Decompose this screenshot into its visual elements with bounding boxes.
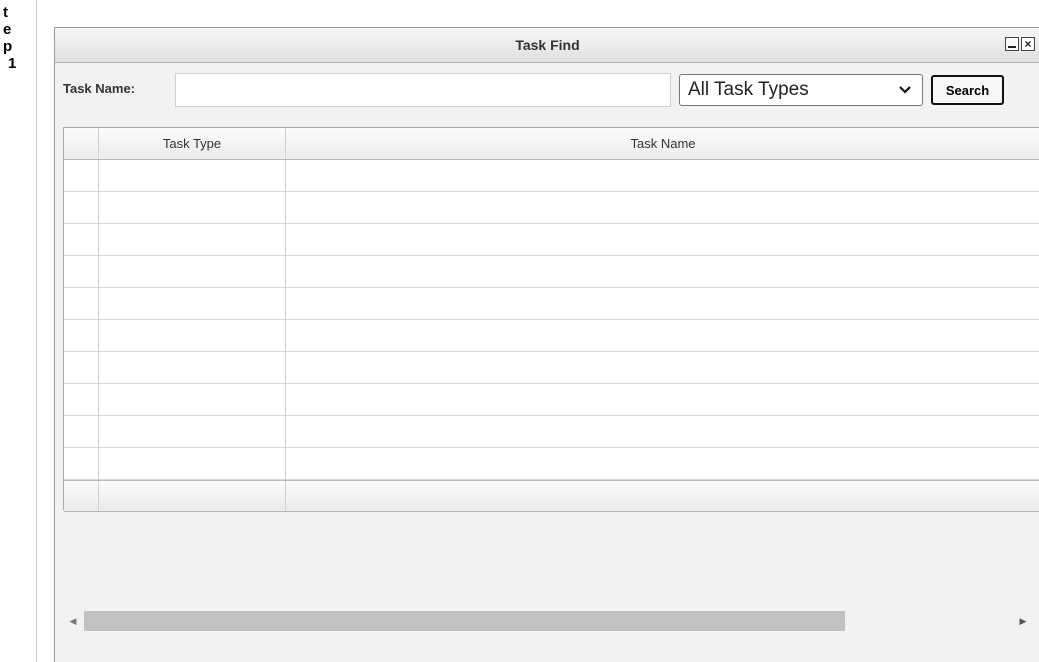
table-row[interactable] — [64, 224, 1039, 256]
scroll-left-arrow-icon[interactable]: ◀ — [63, 608, 83, 634]
row-selector-cell — [64, 416, 99, 447]
task-name-cell — [286, 224, 1039, 255]
task-type-cell — [99, 224, 286, 255]
table-row[interactable] — [64, 288, 1039, 320]
close-icon[interactable]: × — [1021, 37, 1035, 51]
step-label: t e p 1 — [3, 4, 27, 72]
row-selector-cell — [64, 160, 99, 191]
minimize-icon[interactable] — [1005, 37, 1019, 51]
task-type-cell — [99, 192, 286, 223]
task-name-cell — [286, 192, 1039, 223]
task-type-cell — [99, 352, 286, 383]
row-selector-cell — [64, 448, 99, 479]
row-selector-cell — [64, 320, 99, 351]
column-header-task-type[interactable]: Task Type — [99, 128, 286, 159]
table-row[interactable] — [64, 160, 1039, 192]
task-type-cell — [99, 288, 286, 319]
column-header-task-name[interactable]: Task Name — [286, 128, 1039, 159]
search-button[interactable]: Search — [931, 75, 1004, 105]
row-selector-cell — [64, 192, 99, 223]
task-type-cell — [99, 416, 286, 447]
task-name-cell — [286, 416, 1039, 447]
task-name-cell — [286, 448, 1039, 479]
scrollbar-thumb[interactable] — [84, 611, 845, 631]
task-type-cell — [99, 320, 286, 351]
task-name-cell — [286, 352, 1039, 383]
search-bar: Task Name: All Task Types Search — [55, 62, 1039, 114]
scroll-right-arrow-icon[interactable]: ▶ — [1013, 608, 1033, 634]
task-name-label: Task Name: — [63, 81, 136, 96]
step-number: 1 — [8, 55, 17, 72]
task-name-cell — [286, 384, 1039, 415]
step-letter: t — [3, 4, 8, 21]
task-results-grid: Task Type Task Name — [63, 127, 1039, 512]
table-row[interactable] — [64, 384, 1039, 416]
step-letter: e — [3, 21, 12, 38]
table-row[interactable] — [64, 256, 1039, 288]
column-header-select[interactable] — [64, 128, 99, 159]
task-type-cell — [99, 256, 286, 287]
task-type-select[interactable]: All Task Types — [679, 74, 923, 106]
task-name-cell — [286, 256, 1039, 287]
table-row[interactable] — [64, 320, 1039, 352]
grid-footer-row — [64, 480, 1039, 512]
horizontal-scrollbar[interactable]: ◀ ▶ — [63, 608, 1033, 634]
task-type-cell — [99, 384, 286, 415]
grid-header-row: Task Type Task Name — [64, 128, 1039, 160]
task-type-cell — [99, 448, 286, 479]
footer-cell — [99, 481, 286, 511]
task-find-dialog: Task Find × Task Name: All Task Types Se… — [54, 27, 1039, 662]
row-selector-cell — [64, 224, 99, 255]
table-row[interactable] — [64, 448, 1039, 480]
task-name-cell — [286, 160, 1039, 191]
task-type-cell — [99, 160, 286, 191]
grid-body — [64, 160, 1039, 480]
table-row[interactable] — [64, 352, 1039, 384]
task-name-cell — [286, 288, 1039, 319]
chevron-down-icon — [899, 86, 911, 94]
row-selector-cell — [64, 352, 99, 383]
dialog-title: Task Find — [515, 37, 580, 53]
step-letter: p — [3, 38, 13, 55]
step-sidebar: t e p 1 — [0, 0, 37, 662]
table-row[interactable] — [64, 192, 1039, 224]
row-selector-cell — [64, 256, 99, 287]
task-type-selected-value: All Task Types — [688, 79, 809, 100]
dialog-titlebar[interactable]: Task Find × — [55, 28, 1039, 63]
row-selector-cell — [64, 288, 99, 319]
footer-cell — [286, 481, 1039, 511]
task-name-cell — [286, 320, 1039, 351]
top-hint-text — [420, 0, 660, 8]
table-row[interactable] — [64, 416, 1039, 448]
footer-cell — [64, 481, 99, 511]
task-name-input[interactable] — [175, 73, 671, 107]
row-selector-cell — [64, 384, 99, 415]
